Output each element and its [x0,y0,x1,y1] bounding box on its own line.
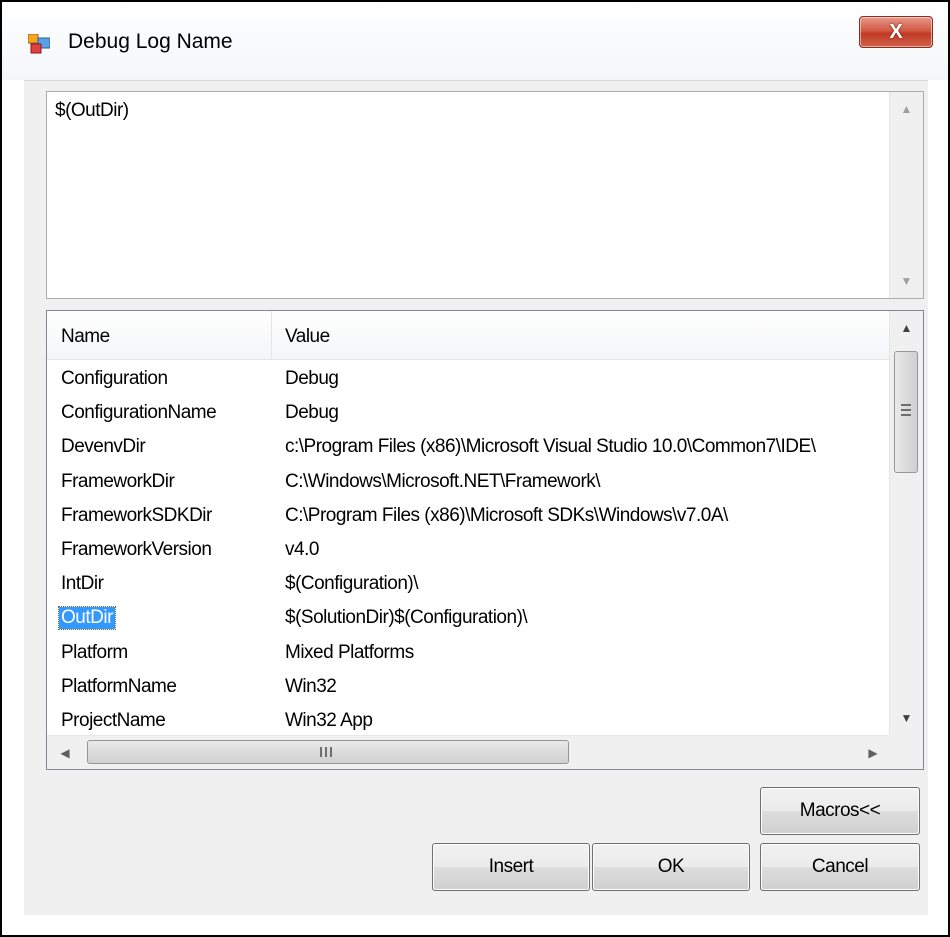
insert-button[interactable]: Insert [432,843,590,891]
table-row[interactable]: Platform Mixed Platforms [47,635,891,669]
scroll-right-arrow-icon[interactable]: ▶ [855,736,891,769]
close-icon: X [889,20,903,43]
macro-value: C:\Windows\Microsoft.NET\Framework\ [285,470,601,492]
macro-value: $(SolutionDir)$(Configuration)\ [285,607,528,629]
grip-line [901,409,911,411]
grip-line [330,747,332,757]
macro-value: c:\Program Files (x86)\Microsoft Visual … [285,436,816,458]
title-bar[interactable]: Debug Log Name X [2,2,948,80]
list-horizontal-scrollbar[interactable]: ◀ ▶ [47,735,891,769]
textbox-vertical-scrollbar[interactable]: ▲ ▼ [889,92,923,298]
scroll-down-arrow-icon[interactable]: ▼ [890,701,923,735]
grip-line [320,747,322,757]
macro-name: Configuration [61,368,168,389]
table-row[interactable]: IntDir $(Configuration)\ [47,566,891,600]
grip-line [325,747,327,757]
macros-list-view[interactable]: Name Value Configuration Debug Configura… [46,310,924,770]
grip-line [901,404,911,406]
macro-name: DevenvDir [61,436,146,458]
macros-rows: Configuration Debug ConfigurationName De… [47,361,891,737]
macro-value: Mixed Platforms [285,641,414,663]
log-name-textbox[interactable]: $(OutDir) ▲ ▼ [46,91,924,299]
column-separator[interactable] [271,311,272,359]
grip-line [901,414,911,416]
macro-name: Platform [61,641,128,663]
ok-button[interactable]: OK [592,843,750,891]
dialog-client-area: $(OutDir) ▲ ▼ Name Value Configuration D… [24,80,928,915]
macro-value: C:\Program Files (x86)\Microsoft SDKs\Wi… [285,504,728,526]
table-row[interactable]: ConfigurationName Debug [47,395,891,429]
table-row[interactable]: ProjectName Win32 App [47,703,891,737]
scroll-left-arrow-icon[interactable]: ◀ [47,736,83,769]
scroll-up-arrow-icon[interactable]: ▲ [890,311,923,345]
scrollbar-corner [889,735,923,769]
dialog-title: Debug Log Name [68,30,233,53]
macro-value: $(Configuration)\ [285,573,419,595]
macro-value: Win32 App [285,709,373,731]
table-row[interactable]: PlatformName Win32 [47,669,891,703]
macro-name: FrameworkVersion [61,538,212,560]
macro-value: Win32 [285,675,337,697]
table-row[interactable]: FrameworkDir C:\Windows\Microsoft.NET\Fr… [47,464,891,498]
scroll-down-arrow-icon[interactable]: ▼ [890,264,923,298]
macro-name: ProjectName [61,709,166,731]
macro-name-selected: OutDir [58,606,116,631]
macro-value: Debug [285,402,339,424]
macro-value: v4.0 [285,538,319,560]
column-header-name[interactable]: Name [61,326,110,348]
horizontal-scroll-thumb[interactable] [87,740,569,764]
column-header-value[interactable]: Value [285,326,330,348]
macro-name: ConfigurationName [61,402,217,424]
macro-name: FrameworkDir [61,470,175,492]
table-row-selected[interactable]: OutDir $(SolutionDir)$(Configuration)\ [47,600,891,634]
table-row[interactable]: Configuration Debug [47,361,891,395]
macro-value: Debug [285,368,339,389]
macro-name: IntDir [61,573,104,595]
table-row[interactable]: DevenvDir c:\Program Files (x86)\Microso… [47,429,891,463]
vertical-scroll-thumb[interactable] [894,351,918,473]
dialog-app-icon [28,34,50,54]
debug-log-name-dialog: Debug Log Name X $(OutDir) ▲ ▼ Name Valu… [0,0,950,937]
table-row[interactable]: FrameworkSDKDir C:\Program Files (x86)\M… [47,498,891,532]
macros-toggle-button[interactable]: Macros<< [760,787,920,835]
log-name-text: $(OutDir) [55,100,129,121]
macro-name: PlatformName [61,675,177,697]
macro-name: FrameworkSDKDir [61,504,212,526]
list-vertical-scrollbar[interactable]: ▲ ▼ [889,311,923,735]
list-header: Name Value [47,311,891,360]
table-row[interactable]: FrameworkVersion v4.0 [47,532,891,566]
close-button[interactable]: X [859,16,933,48]
cancel-button[interactable]: Cancel [760,843,920,891]
scroll-up-arrow-icon[interactable]: ▲ [890,92,923,126]
